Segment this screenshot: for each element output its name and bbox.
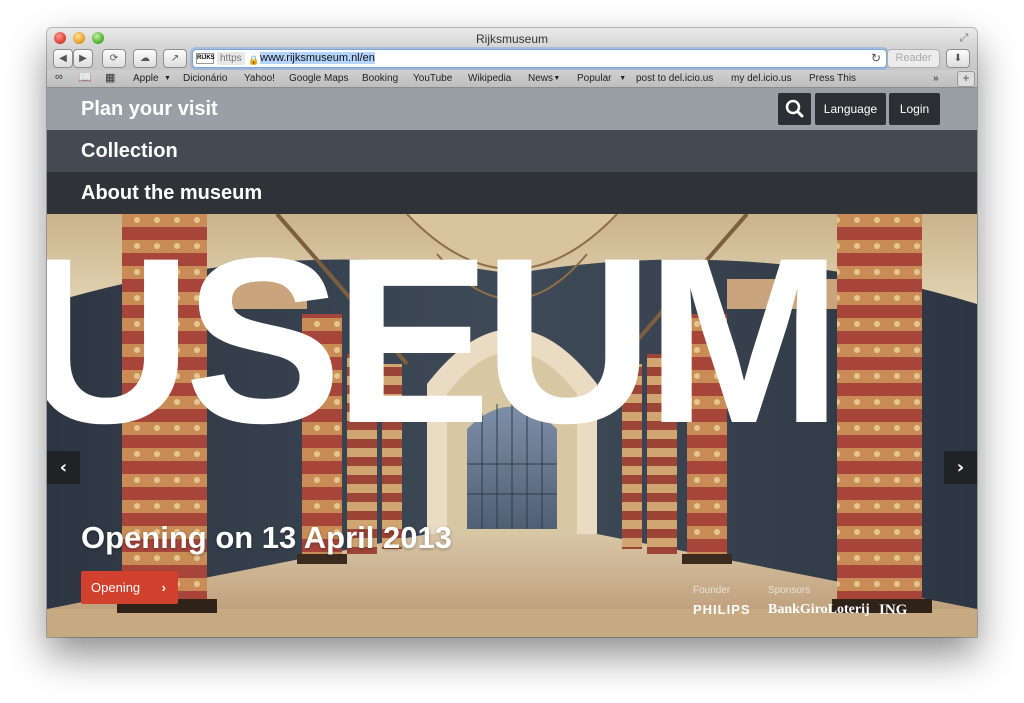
bookmark-item[interactable]: YouTube bbox=[413, 72, 452, 86]
bookmark-item[interactable]: post to del.icio.us bbox=[636, 72, 713, 86]
top-sites-icon[interactable]: ▦ bbox=[105, 71, 115, 84]
founder-label: Founder bbox=[693, 585, 731, 596]
title-bar: Rijksmuseum ⤢ bbox=[47, 28, 977, 48]
share-icon[interactable]: ↗ bbox=[163, 49, 187, 68]
icloud-tabs-icon[interactable]: ☁ bbox=[133, 49, 157, 68]
philips-logo[interactable]: PHILIPS bbox=[693, 602, 751, 617]
url-field[interactable]: www.rijksmuseum.nl/en bbox=[260, 50, 375, 67]
museum-hall-image: USEUM bbox=[47, 214, 977, 637]
nav-plan-your-visit[interactable]: Plan your visit Language Login bbox=[47, 88, 977, 130]
bankgiroloterij-logo[interactable]: BankGiroLoterij bbox=[768, 602, 870, 618]
fullscreen-icon[interactable]: ⤢ bbox=[957, 31, 971, 45]
browser-window: Rijksmuseum ⤢ ◀ ▶ ⟳ ☁ ↗ RIJKS https 🔒 ww… bbox=[47, 28, 977, 637]
ing-logo[interactable]: ING bbox=[879, 602, 907, 619]
language-button[interactable]: Language bbox=[815, 93, 886, 125]
chevron-down-icon: ▼ bbox=[553, 75, 561, 82]
bookmarks-icon[interactable]: 📖 bbox=[78, 71, 92, 84]
bookmark-item[interactable]: Booking bbox=[362, 72, 398, 86]
bookmark-item[interactable]: my del.icio.us bbox=[731, 72, 792, 86]
minimize-window-button[interactable] bbox=[73, 32, 85, 44]
window-title: Rijksmuseum bbox=[475, 32, 548, 46]
previous-slide-button[interactable]: ‹ bbox=[47, 451, 80, 484]
opening-button-label: Opening bbox=[91, 580, 141, 595]
bookmarks-overflow-button[interactable]: » bbox=[933, 72, 939, 86]
next-slide-button[interactable]: › bbox=[944, 451, 977, 484]
bookmark-item[interactable]: Google Maps bbox=[289, 72, 348, 86]
zoom-window-button[interactable] bbox=[92, 32, 104, 44]
chevron-down-icon: ▼ bbox=[164, 75, 171, 82]
web-page: Plan your visit Language Login Collectio… bbox=[47, 88, 977, 637]
nav-about-label: About the museum bbox=[81, 182, 263, 204]
bookmark-item[interactable]: Yahoo! bbox=[244, 72, 275, 86]
lock-icon: 🔒 bbox=[248, 55, 260, 65]
url-text: www.rijksmuseum.nl/en bbox=[260, 52, 375, 64]
nav-collection[interactable]: Collection bbox=[47, 130, 977, 172]
reader-button[interactable]: Reader bbox=[887, 49, 940, 68]
bookmark-item[interactable]: Press This bbox=[809, 72, 856, 86]
bookmark-item[interactable]: Popular bbox=[577, 72, 611, 86]
site-favicon: RIJKS bbox=[196, 53, 215, 64]
forward-button[interactable]: ▶ bbox=[73, 49, 93, 68]
bookmark-item[interactable]: Apple bbox=[133, 72, 159, 86]
back-button[interactable]: ◀ bbox=[53, 49, 73, 68]
hero-watermark-text: USEUM bbox=[47, 214, 834, 473]
search-button[interactable] bbox=[778, 93, 811, 125]
bookmark-item[interactable]: Wikipedia bbox=[468, 72, 511, 86]
hero-slideshow: USEUM ‹ › Opening on 13 April 2013 Openi… bbox=[47, 214, 977, 637]
close-window-button[interactable] bbox=[54, 32, 66, 44]
nav-plan-label: Plan your visit bbox=[81, 98, 218, 120]
nav-about-the-museum[interactable]: About the museum bbox=[47, 172, 977, 214]
https-badge: https bbox=[217, 52, 245, 65]
reading-list-icon[interactable]: ∞ bbox=[55, 71, 63, 83]
browser-toolbar: ◀ ▶ ⟳ ☁ ↗ RIJKS https 🔒 www.rijksmuseum.… bbox=[47, 48, 977, 70]
new-tab-button[interactable]: + bbox=[957, 71, 975, 87]
downloads-icon[interactable]: ⬇ bbox=[946, 49, 970, 68]
bookmark-item[interactable]: News bbox=[528, 72, 553, 86]
sync-icon[interactable]: ⟳ bbox=[102, 49, 126, 68]
chevron-right-icon: › bbox=[161, 580, 166, 595]
chevron-down-icon: ▼ bbox=[619, 75, 627, 82]
opening-button[interactable]: Opening › bbox=[81, 571, 178, 604]
bookmark-item[interactable]: Dicionário bbox=[183, 72, 227, 86]
reload-icon[interactable]: ↻ bbox=[871, 50, 881, 67]
nav-collection-label: Collection bbox=[81, 140, 178, 162]
login-button[interactable]: Login bbox=[889, 93, 940, 125]
sponsors-label: Sponsors bbox=[768, 585, 811, 596]
address-bar[interactable]: RIJKS https 🔒 www.rijksmuseum.nl/en ↻ bbox=[192, 49, 887, 68]
hero-caption: Opening on 13 April 2013 bbox=[81, 520, 452, 555]
search-icon bbox=[785, 99, 804, 118]
bookmarks-bar: ∞ 📖 ▦ Apple ▼ Dicionário Yahoo! Google Maps B… bbox=[47, 70, 977, 88]
